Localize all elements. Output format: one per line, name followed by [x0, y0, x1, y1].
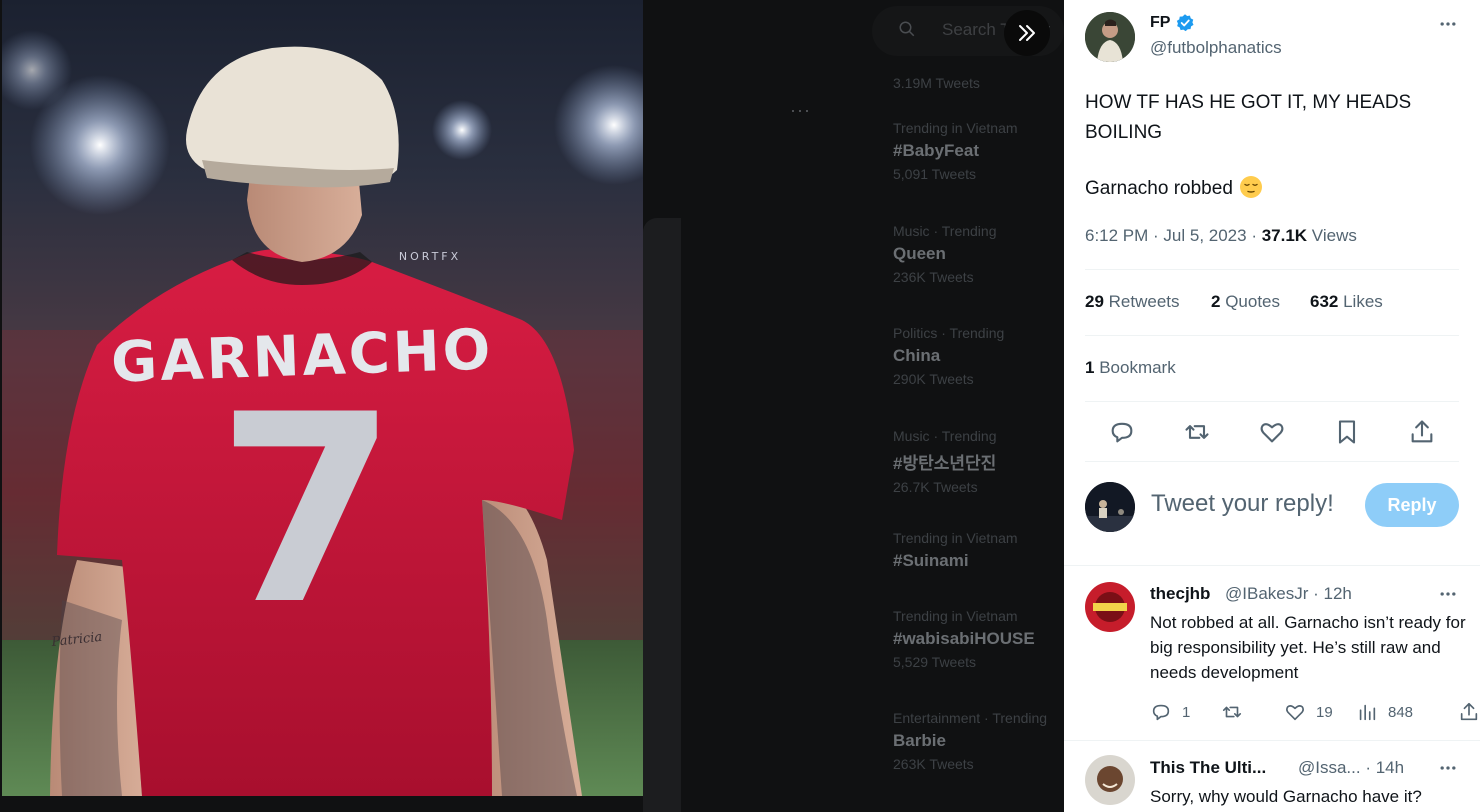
bookmark-icon[interactable]	[1333, 418, 1361, 446]
reply-author-name[interactable]: thecjhb	[1150, 584, 1210, 604]
tweet-time[interactable]: 6:12 PM · Jul 5, 2023 ·	[1085, 226, 1262, 245]
author-avatar[interactable]	[1085, 12, 1135, 62]
author-name[interactable]: FP	[1150, 14, 1170, 32]
background-trend-item: Trending in Vietnam #BabyFeat 5,091 Twee…	[893, 120, 1018, 182]
views-label: Views	[1307, 226, 1357, 245]
reply-like-action[interactable]: 19	[1284, 700, 1333, 724]
share-icon	[1460, 702, 1478, 721]
reply-retweet-action[interactable]	[1221, 700, 1243, 724]
retweet-icon[interactable]	[1183, 418, 1211, 446]
background-more-icon: ···	[790, 100, 811, 120]
tweet-photo[interactable]: GARNACHO 7 NORTFX Patricia	[2, 0, 643, 796]
relieved-face-emoji-icon	[1239, 176, 1262, 198]
reply-input[interactable]: Tweet your reply!	[1151, 490, 1334, 518]
reply-author-avatar[interactable]	[1085, 582, 1135, 632]
background-trend-item: Music · Trending #방탄소년단진 26.7K Tweets	[893, 428, 997, 495]
retweets-stat[interactable]: 29 Retweets	[1085, 292, 1180, 312]
author-handle[interactable]: @futbolphanatics	[1150, 38, 1282, 58]
views-bar-chart-icon	[1359, 704, 1376, 721]
more-options-icon[interactable]	[1438, 14, 1458, 34]
share-icon[interactable]	[1408, 418, 1436, 446]
background-trend-item: Trending in Vietnam #Suinami	[893, 530, 1018, 570]
divider	[1064, 740, 1480, 741]
divider	[1064, 565, 1480, 566]
likes-stat[interactable]: 632 Likes	[1310, 292, 1383, 312]
background-trend-item: Music · Trending Queen 236K Tweets	[893, 223, 997, 285]
reply-text: Sorry, why would Garnacho have it?	[1150, 787, 1422, 806]
tweet-detail-panel: FP @futbolphanatics HOW TF HAS HE GOT IT…	[1064, 0, 1480, 812]
like-heart-icon	[1286, 705, 1304, 721]
reply-author-handle[interactable]: @Issa... · 14h	[1298, 758, 1404, 778]
divider	[1085, 401, 1459, 402]
quotes-stat[interactable]: 2 Quotes	[1211, 292, 1280, 312]
jersey-number-text: 7	[217, 360, 398, 662]
player-illustration: GARNACHO 7 NORTFX Patricia	[2, 30, 643, 796]
reply-share-action[interactable]	[1458, 700, 1480, 724]
background-timeline-card	[643, 218, 681, 812]
reply-text: Not robbed at all. Garnacho isn’t ready …	[1150, 613, 1466, 682]
bookmarks-stat[interactable]: 1 Bookmark	[1085, 358, 1176, 378]
search-icon	[899, 21, 915, 37]
divider	[1085, 335, 1459, 336]
reply-replies-count: 1	[1182, 703, 1191, 721]
toggle-panel-button[interactable]	[1004, 10, 1050, 56]
background-trend-item: Trending in Vietnam #wabisabiHOUSE 5,529…	[893, 608, 1035, 670]
divider	[1085, 461, 1459, 462]
reply-icon[interactable]	[1108, 418, 1136, 446]
reply-icon	[1152, 704, 1170, 721]
background-trend-count: 3.19M Tweets	[893, 75, 980, 91]
retweet-icon	[1222, 706, 1242, 718]
divider	[1085, 269, 1459, 270]
reply-author-name[interactable]: This The Ulti...	[1150, 758, 1266, 778]
reply-reply-action[interactable]: 1	[1150, 700, 1190, 724]
background-trend-item: Politics · Trending China 290K Tweets	[893, 325, 1005, 387]
reply-button[interactable]: Reply	[1365, 483, 1459, 527]
tweet-timestamp: 6:12 PM · Jul 5, 2023 · 37.1K Views	[1085, 226, 1357, 246]
reply-more-options-icon[interactable]	[1438, 584, 1458, 604]
reply-likes-count: 19	[1316, 703, 1333, 721]
reply-author-avatar[interactable]	[1085, 755, 1135, 805]
watermark-text: NORTFX	[399, 250, 461, 263]
chevron-double-right-icon	[1019, 25, 1035, 41]
tweet-text-second-line: Garnacho robbed	[1085, 178, 1233, 199]
tweet-text-second: Garnacho robbed	[1085, 174, 1263, 204]
current-user-avatar[interactable]	[1085, 482, 1135, 532]
tweet-text: HOW TF HAS HE GOT IT, MY HEADS BOILING	[1085, 92, 1412, 143]
reply-views-action[interactable]: 848	[1356, 700, 1413, 724]
like-heart-icon[interactable]	[1258, 418, 1286, 446]
reply-views-count: 848	[1388, 703, 1414, 721]
reply-more-options-icon[interactable]	[1438, 758, 1458, 778]
reply-author-handle[interactable]: @IBakesJr · 12h	[1225, 584, 1352, 604]
background-trend-item: Entertainment · Trending Barbie 263K Twe…	[893, 710, 1048, 772]
tweet-photo-viewer: Search Twitter ··· 3.19M Tweets Trending…	[0, 0, 1480, 812]
views-count: 37.1K	[1261, 226, 1308, 245]
verified-badge-icon	[1176, 14, 1194, 32]
